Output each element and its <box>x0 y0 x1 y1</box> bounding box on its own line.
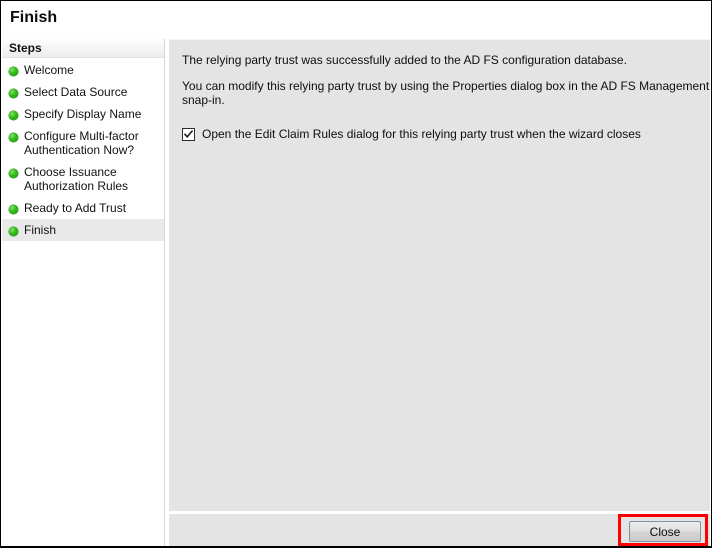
sidebar-item-specify-display-name[interactable]: Specify Display Name <box>2 103 164 125</box>
sidebar-item-welcome[interactable]: Welcome <box>2 59 164 81</box>
sidebar-item-label: Choose Issuance Authorization Rules <box>24 165 129 193</box>
step-complete-bullet-icon <box>9 111 18 120</box>
success-message: The relying party trust was successfully… <box>182 53 627 67</box>
sidebar-item-finish[interactable]: Finish <box>2 219 164 241</box>
steps-panel-header: Steps <box>2 39 164 58</box>
window-bottom-edge <box>1 546 711 547</box>
sidebar-item-ready-to-add-trust[interactable]: Ready to Add Trust <box>2 197 164 219</box>
steps-list: Welcome Select Data Source Specify Display… <box>2 59 164 241</box>
modify-hint-message: You can modify this relying party trust … <box>182 79 710 107</box>
step-complete-bullet-icon <box>9 133 18 142</box>
step-complete-bullet-icon <box>9 227 18 236</box>
button-bar: Close <box>169 513 710 547</box>
add-relying-party-trust-wizard: Finish Steps Welcome Select Data Source Sp… <box>0 0 712 548</box>
sidebar-item-label: Select Data Source <box>24 85 128 99</box>
open-edit-claim-rules-checkbox-row[interactable]: Open the Edit Claim Rules dialog for thi… <box>182 128 641 141</box>
step-complete-bullet-icon <box>9 205 18 214</box>
steps-header-label: Steps <box>9 41 42 55</box>
sidebar-item-label: Specify Display Name <box>24 107 142 121</box>
page-title: Finish <box>10 9 58 26</box>
sidebar-item-label: Ready to Add Trust <box>24 201 127 215</box>
wizard-header: Finish <box>1 1 711 37</box>
step-complete-bullet-icon <box>9 89 18 98</box>
checkbox-label: Open the Edit Claim Rules dialog for thi… <box>202 127 641 141</box>
sidebar-item-label: Finish <box>24 223 57 237</box>
checkbox-checked-icon[interactable] <box>182 128 195 141</box>
steps-panel: Steps Welcome Select Data Source Specify D… <box>2 39 165 547</box>
step-complete-bullet-icon <box>9 169 18 178</box>
sidebar-item-configure-multi-factor-authentication-now[interactable]: Configure Multi-factor Authentication No… <box>2 125 164 161</box>
content-panel: The relying party trust was successfully… <box>169 39 710 511</box>
sidebar-item-choose-issuance-authorization-rules[interactable]: Choose Issuance Authorization Rules <box>2 161 164 197</box>
sidebar-item-label: Welcome <box>24 63 74 77</box>
step-complete-bullet-icon <box>9 67 18 76</box>
sidebar-item-label: Configure Multi-factor Authentication No… <box>24 129 139 157</box>
sidebar-item-select-data-source[interactable]: Select Data Source <box>2 81 164 103</box>
close-button[interactable]: Close <box>629 521 701 542</box>
